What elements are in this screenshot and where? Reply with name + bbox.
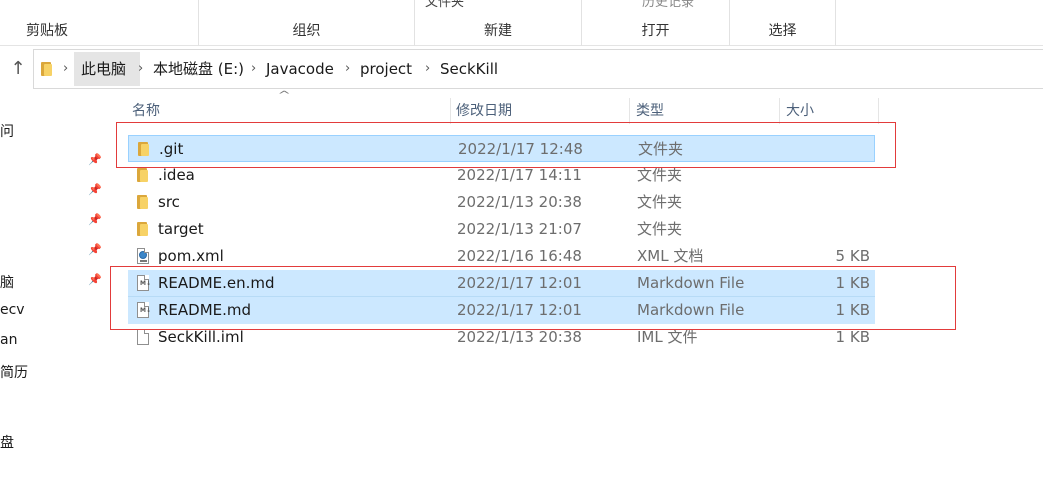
pin-icon: 📌 [88, 273, 102, 286]
ribbon-group-select[interactable]: 选择 [730, 0, 836, 46]
sidebar-item[interactable]: 简历 [0, 362, 28, 382]
chevron-right-icon[interactable]: › [425, 50, 430, 88]
ribbon-label-organize: 组织 [292, 23, 321, 39]
column-divider[interactable] [450, 98, 451, 124]
ribbon-group-open[interactable]: 历史记录 打开 [582, 0, 730, 46]
breadcrumb-seckkill[interactable]: SeckKill [440, 50, 498, 88]
annotation-box [110, 266, 956, 330]
folder-icon [135, 167, 151, 185]
navigation-pane: 问 📌 📌 📌 📌 📌 脑 ecv an 简历 盘 [0, 94, 108, 491]
column-divider[interactable] [629, 98, 630, 124]
breadcrumb-this-pc[interactable]: 此电脑 [81, 50, 126, 88]
new-folder-button[interactable]: 文件夹 [425, 0, 464, 10]
ribbon-label-clipboard: 剪贴板 [26, 23, 68, 39]
iml-file-icon [135, 329, 151, 347]
sidebar-item[interactable]: 脑 [0, 272, 14, 292]
file-size [778, 216, 870, 243]
pin-icon: 📌 [88, 183, 102, 196]
xml-file-icon [135, 248, 151, 266]
ribbon: 剪贴板 组织 文件夹 新建 历史记录 打开 选择 [0, 0, 1043, 46]
file-modified-date: 2022/1/13 20:38 [457, 193, 582, 211]
chevron-right-icon[interactable]: › [345, 50, 350, 88]
breadcrumb-project[interactable]: project [360, 50, 412, 88]
pin-icon: 📌 [88, 243, 102, 256]
column-divider[interactable] [878, 98, 879, 124]
navigation-bar: ↑ › 此电脑 › 本地磁盘 (E:) › Javacode › project… [0, 46, 1043, 94]
sidebar-item[interactable]: ecv [0, 302, 25, 318]
sidebar-item[interactable]: 盘 [0, 432, 14, 452]
ribbon-label-open: 打开 [641, 23, 670, 39]
annotation-box [116, 122, 896, 168]
file-type: 文件夹 [637, 193, 683, 211]
history-button[interactable]: 历史记录 [642, 0, 694, 10]
chevron-right-icon[interactable]: › [63, 50, 68, 88]
breadcrumb-javacode[interactable]: Javacode [266, 50, 334, 88]
chevron-right-icon[interactable]: › [251, 50, 256, 88]
pin-icon: 📌 [88, 153, 102, 166]
folder-icon [135, 194, 151, 212]
up-arrow-icon[interactable]: ↑ [8, 59, 28, 79]
pin-icon: 📌 [88, 213, 102, 226]
file-name[interactable]: target [158, 216, 204, 243]
file-row[interactable]: target 2022/1/13 21:07 文件夹 [128, 216, 875, 243]
folder-icon [135, 221, 151, 239]
ribbon-label-select: 选择 [768, 23, 797, 39]
file-size [778, 189, 870, 216]
file-type: 文件夹 [637, 220, 683, 238]
ribbon-label-new: 新建 [484, 23, 512, 39]
folder-icon [39, 61, 53, 77]
ribbon-group-organize[interactable]: 组织 [199, 0, 415, 46]
address-bar[interactable]: › 此电脑 › 本地磁盘 (E:) › Javacode › project ›… [33, 49, 1043, 89]
ribbon-group-new[interactable]: 文件夹 新建 [415, 0, 582, 46]
column-divider[interactable] [779, 98, 780, 124]
file-name[interactable]: src [158, 189, 180, 216]
file-row[interactable]: src 2022/1/13 20:38 文件夹 [128, 189, 875, 216]
sidebar-item[interactable]: 问 [0, 121, 14, 141]
ribbon-group-clipboard[interactable]: 剪贴板 [0, 0, 199, 46]
chevron-right-icon[interactable]: › [138, 50, 143, 88]
breadcrumb-local-disk[interactable]: 本地磁盘 (E:) [153, 50, 244, 88]
file-modified-date: 2022/1/13 21:07 [457, 220, 582, 238]
sidebar-item[interactable]: an [0, 332, 17, 348]
